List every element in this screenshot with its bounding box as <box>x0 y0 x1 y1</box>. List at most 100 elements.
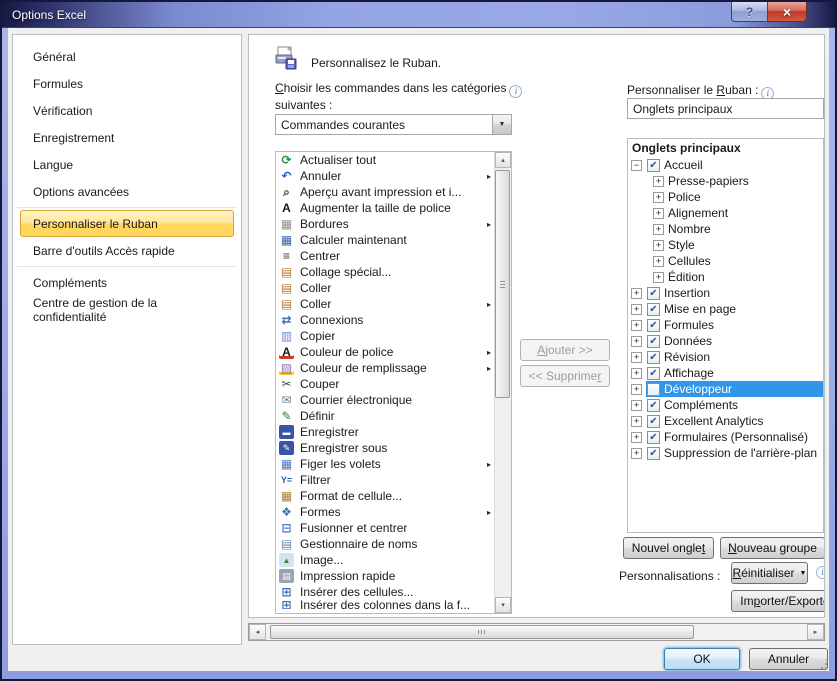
checkbox[interactable] <box>647 319 660 332</box>
checkbox[interactable] <box>647 287 660 300</box>
command-item[interactable]: ▦Calculer maintenant <box>276 232 494 248</box>
expand-icon[interactable] <box>653 272 664 283</box>
tree-item[interactable]: Mise en page <box>628 301 823 317</box>
tree-row-content[interactable]: Formules <box>646 317 823 333</box>
tree-row-content[interactable]: Nombre <box>668 221 823 237</box>
checkbox[interactable] <box>647 447 660 460</box>
sidebar-item[interactable]: Général <box>20 43 234 70</box>
tree-row-content[interactable]: Suppression de l'arrière-plan <box>646 445 823 461</box>
expand-icon[interactable] <box>631 368 642 379</box>
command-item[interactable]: ↶Annuler <box>276 168 494 184</box>
checkbox[interactable] <box>647 415 660 428</box>
tree-item[interactable]: Affichage <box>628 365 823 381</box>
commands-list-scrollbar[interactable] <box>494 152 511 613</box>
tree-row-content[interactable]: Police <box>668 189 823 205</box>
tree-row-content[interactable]: Affichage <box>646 365 823 381</box>
tree-item[interactable]: Révision <box>628 349 823 365</box>
sidebar-item[interactable]: Vérification <box>20 97 234 124</box>
sidebar-item[interactable]: Barre d'outils Accès rapide <box>20 237 234 264</box>
resize-grip[interactable] <box>816 658 827 669</box>
expand-icon[interactable] <box>631 448 642 459</box>
command-item[interactable]: ▤Collage spécial... <box>276 264 494 280</box>
ok-button[interactable]: OK <box>664 648 740 670</box>
tree-row-content[interactable]: Cellules <box>668 253 823 269</box>
expand-icon[interactable] <box>631 304 642 315</box>
tree-subitem[interactable]: Style <box>628 237 823 253</box>
tree-item[interactable]: Excellent Analytics <box>628 413 823 429</box>
remove-button[interactable]: << Supprimer <box>520 365 610 387</box>
sidebar-item[interactable]: Centre de gestion de la confidentialité <box>20 296 234 323</box>
collapse-icon[interactable] <box>631 160 642 171</box>
tree-row-content[interactable]: Insertion <box>646 285 823 301</box>
scrollbar-thumb[interactable] <box>495 170 510 398</box>
add-button[interactable]: Ajouter >> <box>520 339 610 361</box>
horizontal-scrollbar[interactable] <box>248 623 825 641</box>
title-bar[interactable]: Options Excel ? × <box>2 2 835 28</box>
command-item[interactable]: ⊞Insérer des cellules... <box>276 584 494 600</box>
tree-row-content[interactable]: Édition <box>668 269 823 285</box>
sidebar-item[interactable]: Formules <box>20 70 234 97</box>
tree-item[interactable]: Formules <box>628 317 823 333</box>
tree-item[interactable]: Insertion <box>628 285 823 301</box>
checkbox[interactable] <box>647 159 660 172</box>
tree-subitem[interactable]: Édition <box>628 269 823 285</box>
tree-item[interactable]: Suppression de l'arrière-plan <box>628 445 823 461</box>
command-item[interactable]: ✂Couper <box>276 376 494 392</box>
expand-icon[interactable] <box>653 240 664 251</box>
sidebar-item[interactable]: Options avancées <box>20 178 234 205</box>
checkbox[interactable] <box>647 383 660 396</box>
command-item[interactable]: ▤Impression rapide <box>276 568 494 584</box>
command-item[interactable]: ⟳Actualiser tout <box>276 152 494 168</box>
scrollbar-thumb[interactable] <box>270 625 694 639</box>
expand-icon[interactable] <box>653 256 664 267</box>
tree-item[interactable]: Formulaires (Personnalisé) <box>628 429 823 445</box>
command-item[interactable]: Y=Filtrer <box>276 472 494 488</box>
new-group-button[interactable]: Nouveau groupe <box>720 537 825 559</box>
command-item[interactable]: ≡Centrer <box>276 248 494 264</box>
command-item[interactable]: ✎Définir <box>276 408 494 424</box>
tree-row-content[interactable]: Révision <box>646 349 823 365</box>
expand-icon[interactable] <box>631 400 642 411</box>
expand-icon[interactable] <box>653 176 664 187</box>
command-item[interactable]: ⇄Connexions <box>276 312 494 328</box>
command-item[interactable]: ⊟Fusionner et centrer <box>276 520 494 536</box>
scroll-up-icon[interactable] <box>495 152 511 168</box>
expand-icon[interactable] <box>631 416 642 427</box>
scroll-down-icon[interactable] <box>495 597 511 613</box>
command-item[interactable]: ▤Coller <box>276 280 494 296</box>
command-item[interactable]: AAugmenter la taille de police <box>276 200 494 216</box>
command-item[interactable]: ❖Formes <box>276 504 494 520</box>
sidebar-item[interactable]: Langue <box>20 151 234 178</box>
scroll-right-icon[interactable] <box>807 624 824 640</box>
command-item[interactable]: ACouleur de police <box>276 344 494 360</box>
help-button[interactable]: ? <box>731 2 768 22</box>
tree-row-content[interactable]: Données <box>646 333 823 349</box>
checkbox[interactable] <box>647 399 660 412</box>
expand-icon[interactable] <box>631 320 642 331</box>
tree-row-content[interactable]: Développeur <box>646 381 823 397</box>
ribbon-scope-select[interactable]: Onglets principaux <box>627 98 824 119</box>
tree-item[interactable]: Compléments <box>628 397 823 413</box>
expand-icon[interactable] <box>653 192 664 203</box>
tree-row-content[interactable]: Compléments <box>646 397 823 413</box>
expand-icon[interactable] <box>631 384 642 395</box>
new-tab-button[interactable]: Nouvel onglet <box>623 537 714 559</box>
command-item[interactable]: ✎Enregistrer sous <box>276 440 494 456</box>
command-item[interactable]: ▦Bordures <box>276 216 494 232</box>
sidebar-item[interactable]: Personnaliser le Ruban <box>20 210 234 237</box>
info-icon[interactable] <box>509 85 522 98</box>
tree-item[interactable]: Développeur <box>628 381 823 397</box>
tree-subitem[interactable]: Presse-papiers <box>628 173 823 189</box>
command-item[interactable]: ▦Format de cellule... <box>276 488 494 504</box>
sidebar-item[interactable]: Enregistrement <box>20 124 234 151</box>
command-item[interactable]: ✉Courrier électronique <box>276 392 494 408</box>
expand-icon[interactable] <box>631 336 642 347</box>
command-item[interactable]: ▤Gestionnaire de noms <box>276 536 494 552</box>
checkbox[interactable] <box>647 351 660 364</box>
scroll-left-icon[interactable] <box>249 624 266 640</box>
tree-row-content[interactable]: Presse-papiers <box>668 173 823 189</box>
command-item[interactable]: ▤Coller <box>276 296 494 312</box>
tree-row-content[interactable]: Excellent Analytics <box>646 413 823 429</box>
command-item[interactable]: ▥Copier <box>276 328 494 344</box>
import-export-button[interactable]: Importer/Exporter <box>731 590 825 612</box>
